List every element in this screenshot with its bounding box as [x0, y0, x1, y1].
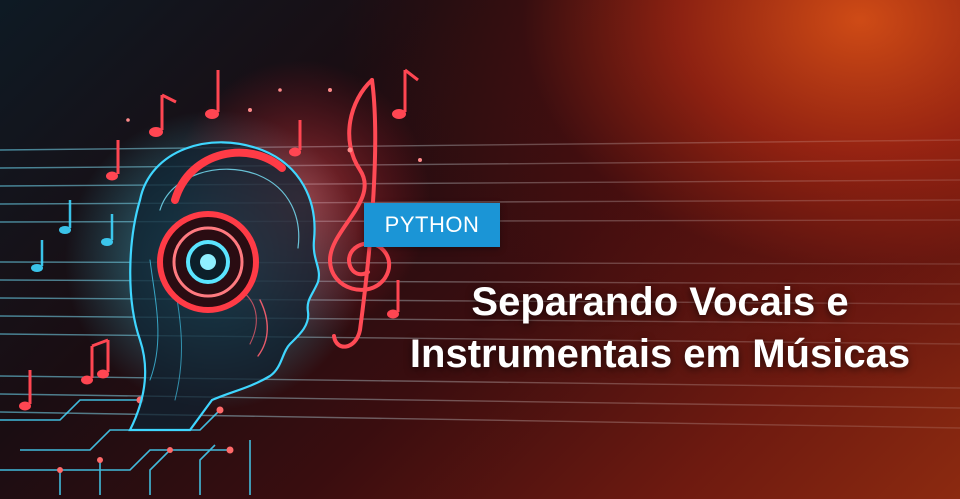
hero-artwork: [0, 60, 960, 495]
headline-line-2: Instrumentais em Músicas: [409, 332, 911, 376]
headline-line-1: Separando Vocais e: [471, 280, 849, 324]
headline: Separando Vocais e Instrumentais em Músi…: [380, 276, 940, 380]
banner: PYTHON Separando Vocais e Instrumentais …: [0, 0, 960, 499]
category-tag-python: PYTHON: [364, 203, 500, 247]
